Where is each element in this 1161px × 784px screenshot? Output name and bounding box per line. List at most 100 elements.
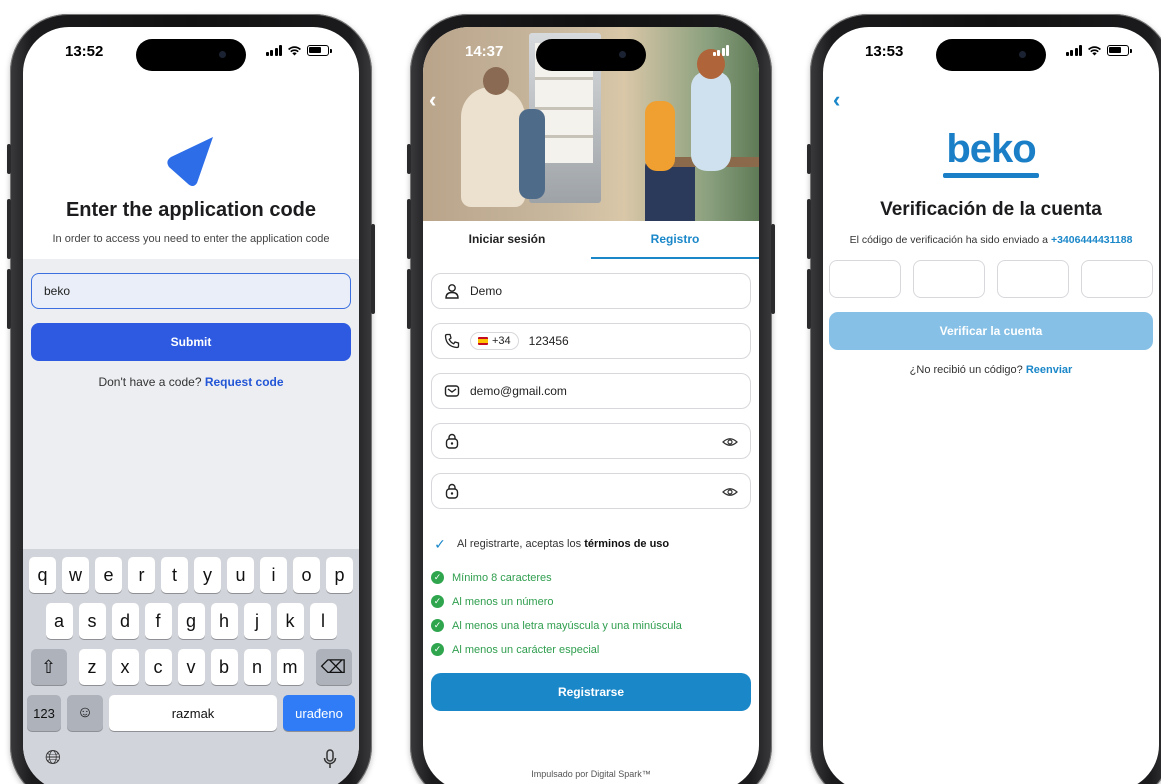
key-n[interactable]: n [243, 649, 271, 685]
key-l[interactable]: l [309, 603, 337, 639]
key-s[interactable]: s [78, 603, 106, 639]
otp-digit-3[interactable] [997, 260, 1069, 298]
tab-login[interactable]: Iniciar sesión [423, 221, 591, 257]
status-icons [1065, 45, 1132, 56]
phone-field[interactable]: +34 123456 [431, 323, 751, 359]
signal-icon [265, 45, 282, 56]
emoji-key[interactable]: ☺ [67, 695, 103, 731]
page-title: Enter the application code [65, 199, 317, 221]
key-f[interactable]: f [144, 603, 172, 639]
battery-icon [1107, 45, 1132, 56]
password-field[interactable] [431, 423, 751, 459]
status-time: 14:37 [465, 43, 504, 60]
confirm-password-field[interactable] [431, 473, 751, 509]
otp-digit-4[interactable] [1081, 260, 1153, 298]
status-icons [265, 45, 332, 56]
phone-register: 14:37 ‹ Iniciar sesión Registro Demo +34… [407, 14, 775, 784]
keyboard: qwertyuiop asdfghjkl ⇧ zxcvbnm ⌫ 123 ☺ r… [23, 549, 359, 784]
beko-logo: beko [946, 127, 1036, 171]
password-rule: ✓ Al menos un carácter especial [431, 643, 751, 656]
key-w[interactable]: w [62, 557, 89, 593]
name-value: Demo [470, 284, 503, 298]
phone-app-code: 13:52 Enter the application code In orde… [7, 14, 375, 784]
microphone-icon[interactable] [323, 749, 337, 769]
lock-icon [445, 433, 459, 449]
backspace-key[interactable]: ⌫ [315, 649, 352, 685]
key-c[interactable]: c [144, 649, 172, 685]
screen-app-code: 13:52 Enter the application code In orde… [23, 27, 359, 784]
dynamic-island [936, 39, 1046, 71]
key-p[interactable]: p [326, 557, 353, 593]
status-icons [712, 45, 729, 56]
otp-digit-1[interactable] [829, 260, 901, 298]
lock-icon [445, 483, 459, 499]
signal-icon [712, 45, 729, 56]
back-chevron-icon[interactable]: ‹ [833, 87, 840, 113]
otp-digit-2[interactable] [913, 260, 985, 298]
page-subtitle: El código de verificación ha sido enviad… [849, 234, 1133, 246]
submit-button[interactable]: Submit [31, 323, 351, 361]
key-y[interactable]: y [194, 557, 221, 593]
register-button[interactable]: Registrarse [431, 673, 751, 711]
code-form: beko Submit Don't have a code? Request c… [23, 259, 359, 549]
space-key[interactable]: razmak [109, 695, 277, 731]
page-subtitle: In order to access you need to enter the… [52, 233, 330, 245]
country-code-selector[interactable]: +34 [470, 332, 519, 350]
check-circle-icon: ✓ [431, 595, 444, 608]
resend-row: ¿No recibió un código? Reenviar [909, 364, 1073, 376]
eye-icon[interactable] [722, 434, 738, 450]
screen-register: 14:37 ‹ Iniciar sesión Registro Demo +34… [423, 27, 759, 784]
key-u[interactable]: u [227, 557, 254, 593]
check-circle-icon: ✓ [431, 571, 444, 584]
phone-icon [444, 333, 460, 349]
globe-icon[interactable]: 🌐︎ [45, 747, 61, 770]
dynamic-island [536, 39, 646, 71]
terms-text: Al registrarte, aceptas los términos de … [457, 538, 670, 550]
active-tab-indicator [591, 257, 759, 259]
email-field[interactable]: demo@gmail.com [431, 373, 751, 409]
key-j[interactable]: j [243, 603, 271, 639]
back-chevron-icon[interactable]: ‹ [429, 87, 436, 113]
key-a[interactable]: a [45, 603, 73, 639]
tab-register[interactable]: Registro [591, 221, 759, 257]
key-k[interactable]: k [276, 603, 304, 639]
key-e[interactable]: e [95, 557, 122, 593]
verify-account-button[interactable]: Verificar la cuenta [829, 312, 1153, 350]
terms-link[interactable]: términos de uso [584, 538, 669, 550]
phone-value: 123456 [528, 334, 569, 348]
key-q[interactable]: q [29, 557, 56, 593]
email-value: demo@gmail.com [470, 384, 567, 398]
key-t[interactable]: t [161, 557, 188, 593]
key-x[interactable]: x [111, 649, 139, 685]
key-v[interactable]: v [177, 649, 205, 685]
password-rule: ✓ Al menos un número [431, 595, 751, 608]
application-code-input[interactable]: beko [31, 273, 351, 309]
key-b[interactable]: b [210, 649, 238, 685]
shift-key[interactable]: ⇧ [30, 649, 67, 685]
key-m[interactable]: m [276, 649, 304, 685]
password-rule: ✓ Mínimo 8 caracteres [431, 571, 751, 584]
name-field[interactable]: Demo [431, 273, 751, 309]
check-circle-icon: ✓ [431, 643, 444, 656]
key-d[interactable]: d [111, 603, 139, 639]
terms-checkbox[interactable]: ✓ [431, 535, 449, 553]
return-key[interactable]: urađeno [283, 695, 355, 731]
numbers-key[interactable]: 123 [27, 695, 61, 731]
key-z[interactable]: z [78, 649, 106, 685]
resend-link[interactable]: Reenviar [1026, 364, 1072, 376]
spain-flag-icon [478, 337, 488, 345]
key-g[interactable]: g [177, 603, 205, 639]
battery-icon [307, 45, 332, 56]
terms-row: ✓ Al registrarte, aceptas los términos d… [431, 535, 751, 553]
key-o[interactable]: o [293, 557, 320, 593]
key-h[interactable]: h [210, 603, 238, 639]
phone-number: +3406444431188 [1050, 234, 1133, 246]
request-code-prefix: Don't have a code? [98, 375, 202, 389]
key-i[interactable]: i [260, 557, 287, 593]
page-title: Verificación de la cuenta [880, 199, 1102, 220]
key-r[interactable]: r [128, 557, 155, 593]
phone-verification: 13:53 ‹ beko Verificación de la cuenta E… [807, 14, 1161, 784]
request-code-link[interactable]: Request code [205, 375, 284, 389]
beko-logo-underline [943, 173, 1039, 178]
eye-icon[interactable] [722, 484, 738, 500]
